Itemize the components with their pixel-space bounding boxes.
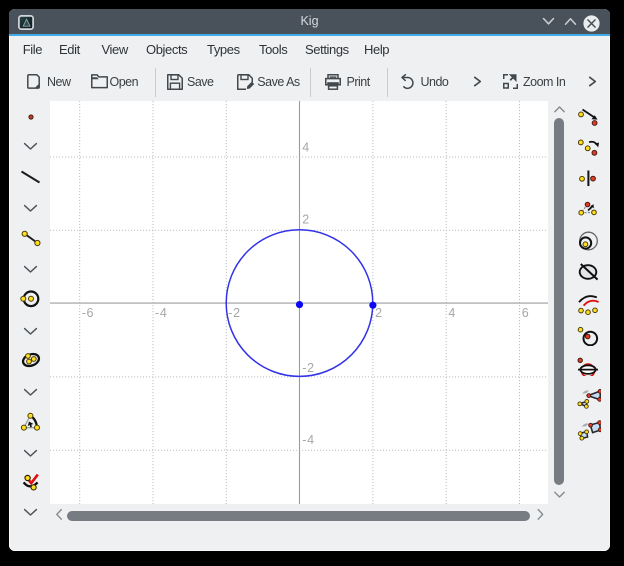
svg-text:6: 6	[522, 306, 530, 320]
svg-text:-6: -6	[82, 306, 95, 320]
svg-text:-2: -2	[302, 361, 315, 375]
svg-text:-4: -4	[302, 433, 315, 447]
svg-text:4: 4	[302, 141, 310, 155]
svg-text:2: 2	[375, 306, 383, 320]
svg-text:-4: -4	[155, 306, 168, 320]
svg-text:4: 4	[448, 306, 456, 320]
svg-text:2: 2	[302, 212, 310, 226]
svg-text:-2: -2	[228, 306, 241, 320]
